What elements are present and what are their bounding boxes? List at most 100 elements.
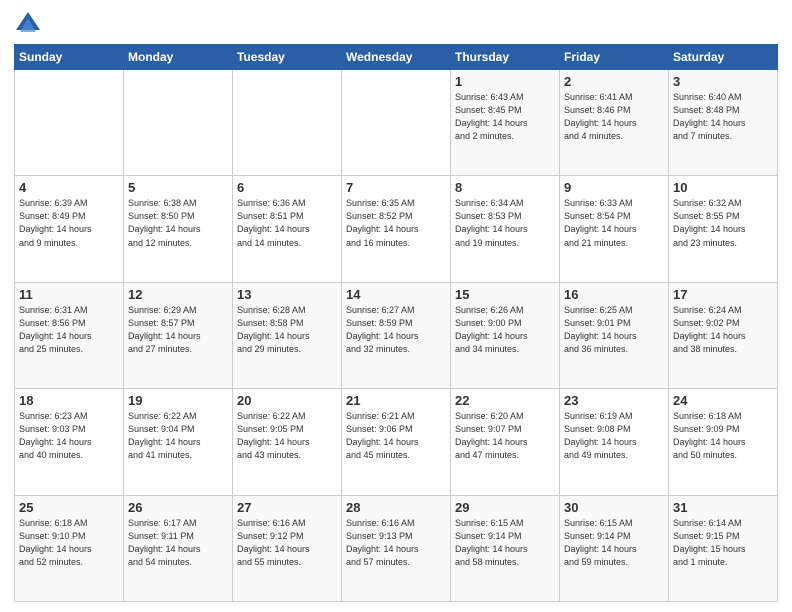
weekday-header-friday: Friday — [560, 45, 669, 70]
day-info: Sunrise: 6:38 AM Sunset: 8:50 PM Dayligh… — [128, 197, 228, 249]
calendar-day-18: 18Sunrise: 6:23 AM Sunset: 9:03 PM Dayli… — [15, 389, 124, 495]
calendar-day-3: 3 Sunrise: 6:40 AM Sunset: 8:48 PM Daylig… — [669, 70, 778, 176]
day-info: Sunrise: 6:25 AM Sunset: 9:01 PM Dayligh… — [564, 304, 664, 356]
day-info: Sunrise: 6:43 AM Sunset: 8:45 PM Dayligh… — [455, 91, 555, 143]
day-number: 7 — [346, 180, 446, 195]
day-number: 13 — [237, 287, 337, 302]
calendar-day-17: 17 Sunrise: 6:24 AM Sunset: 9:02 PM Dayli… — [669, 282, 778, 388]
calendar-week-row: 25 Sunrise: 6:18 AM Sunset: 9:10 PM Dayli… — [15, 495, 778, 601]
empty-day-cell — [233, 70, 342, 176]
day-number: 8 — [455, 180, 555, 195]
day-number: 23 — [564, 393, 664, 408]
calendar-day-20: 20 Sunrise: 6:22 AM Sunset: 9:05 PM Dayli… — [233, 389, 342, 495]
calendar-day-12: 12 Sunrise: 6:29 AM Sunset: 8:57 PM Dayli… — [124, 282, 233, 388]
day-number: 20 — [237, 393, 337, 408]
calendar-day-14: 14 Sunrise: 6:27 AM Sunset: 8:59 PM Dayli… — [342, 282, 451, 388]
calendar-day-7: 7 Sunrise: 6:35 AM Sunset: 8:52 PM Daylig… — [342, 176, 451, 282]
calendar-day-10: 10 Sunrise: 6:32 AM Sunset: 8:55 PM Dayli… — [669, 176, 778, 282]
day-number: 22 — [455, 393, 555, 408]
calendar-day-30: 30 Sunrise: 6:15 AM Sunset: 9:14 PM Dayli… — [560, 495, 669, 601]
empty-day-cell — [15, 70, 124, 176]
weekday-header-tuesday: Tuesday — [233, 45, 342, 70]
empty-day-cell — [342, 70, 451, 176]
day-info: Sunrise: 6:18 AM Sunset: 9:10 PM Dayligh… — [19, 517, 119, 569]
calendar-day-6: 6 Sunrise: 6:36 AM Sunset: 8:51 PM Daylig… — [233, 176, 342, 282]
day-info: Sunrise: 6:32 AM Sunset: 8:55 PM Dayligh… — [673, 197, 773, 249]
day-number: 14 — [346, 287, 446, 302]
day-number: 17 — [673, 287, 773, 302]
day-number: 29 — [455, 500, 555, 515]
day-info: Sunrise: 6:20 AM Sunset: 9:07 PM Dayligh… — [455, 410, 555, 462]
day-number: 30 — [564, 500, 664, 515]
day-number: 10 — [673, 180, 773, 195]
calendar-day-26: 26 Sunrise: 6:17 AM Sunset: 9:11 PM Dayli… — [124, 495, 233, 601]
day-number: 25 — [19, 500, 119, 515]
weekday-header-monday: Monday — [124, 45, 233, 70]
calendar-week-row: 18Sunrise: 6:23 AM Sunset: 9:03 PM Dayli… — [15, 389, 778, 495]
calendar-week-row: 11Sunrise: 6:31 AM Sunset: 8:56 PM Dayli… — [15, 282, 778, 388]
calendar-day-19: 19 Sunrise: 6:22 AM Sunset: 9:04 PM Dayli… — [124, 389, 233, 495]
day-number: 31 — [673, 500, 773, 515]
day-number: 9 — [564, 180, 664, 195]
day-info: Sunrise: 6:19 AM Sunset: 9:08 PM Dayligh… — [564, 410, 664, 462]
calendar-week-row: 1 Sunrise: 6:43 AM Sunset: 8:45 PM Daylig… — [15, 70, 778, 176]
day-info: Sunrise: 6:26 AM Sunset: 9:00 PM Dayligh… — [455, 304, 555, 356]
weekday-header-thursday: Thursday — [451, 45, 560, 70]
day-number: 11 — [19, 287, 119, 302]
day-number: 28 — [346, 500, 446, 515]
calendar-day-5: 5 Sunrise: 6:38 AM Sunset: 8:50 PM Daylig… — [124, 176, 233, 282]
calendar-day-24: 24Sunrise: 6:18 AM Sunset: 9:09 PM Dayli… — [669, 389, 778, 495]
day-info: Sunrise: 6:16 AM Sunset: 9:12 PM Dayligh… — [237, 517, 337, 569]
day-info: Sunrise: 6:27 AM Sunset: 8:59 PM Dayligh… — [346, 304, 446, 356]
day-number: 24 — [673, 393, 773, 408]
calendar-day-22: 22 Sunrise: 6:20 AM Sunset: 9:07 PM Dayli… — [451, 389, 560, 495]
day-number: 27 — [237, 500, 337, 515]
calendar-day-4: 4 Sunrise: 6:39 AM Sunset: 8:49 PM Daylig… — [15, 176, 124, 282]
day-info: Sunrise: 6:16 AM Sunset: 9:13 PM Dayligh… — [346, 517, 446, 569]
day-info: Sunrise: 6:39 AM Sunset: 8:49 PM Dayligh… — [19, 197, 119, 249]
day-info: Sunrise: 6:28 AM Sunset: 8:58 PM Dayligh… — [237, 304, 337, 356]
logo-icon — [14, 10, 42, 38]
day-info: Sunrise: 6:14 AM Sunset: 9:15 PM Dayligh… — [673, 517, 773, 569]
day-number: 4 — [19, 180, 119, 195]
calendar-day-11: 11Sunrise: 6:31 AM Sunset: 8:56 PM Dayli… — [15, 282, 124, 388]
weekday-header-row: SundayMondayTuesdayWednesdayThursdayFrid… — [15, 45, 778, 70]
weekday-header-saturday: Saturday — [669, 45, 778, 70]
weekday-header-sunday: Sunday — [15, 45, 124, 70]
calendar-day-21: 21Sunrise: 6:21 AM Sunset: 9:06 PM Dayli… — [342, 389, 451, 495]
calendar-day-29: 29 Sunrise: 6:15 AM Sunset: 9:14 PM Dayli… — [451, 495, 560, 601]
day-number: 1 — [455, 74, 555, 89]
calendar-day-1: 1 Sunrise: 6:43 AM Sunset: 8:45 PM Daylig… — [451, 70, 560, 176]
calendar-day-2: 2Sunrise: 6:41 AM Sunset: 8:46 PM Daylig… — [560, 70, 669, 176]
calendar-week-row: 4 Sunrise: 6:39 AM Sunset: 8:49 PM Daylig… — [15, 176, 778, 282]
day-info: Sunrise: 6:22 AM Sunset: 9:05 PM Dayligh… — [237, 410, 337, 462]
day-info: Sunrise: 6:29 AM Sunset: 8:57 PM Dayligh… — [128, 304, 228, 356]
day-number: 6 — [237, 180, 337, 195]
calendar-day-9: 9Sunrise: 6:33 AM Sunset: 8:54 PM Daylig… — [560, 176, 669, 282]
day-info: Sunrise: 6:40 AM Sunset: 8:48 PM Dayligh… — [673, 91, 773, 143]
weekday-header-wednesday: Wednesday — [342, 45, 451, 70]
day-info: Sunrise: 6:15 AM Sunset: 9:14 PM Dayligh… — [564, 517, 664, 569]
calendar-table: SundayMondayTuesdayWednesdayThursdayFrid… — [14, 44, 778, 602]
day-number: 19 — [128, 393, 228, 408]
day-info: Sunrise: 6:17 AM Sunset: 9:11 PM Dayligh… — [128, 517, 228, 569]
day-info: Sunrise: 6:15 AM Sunset: 9:14 PM Dayligh… — [455, 517, 555, 569]
day-number: 5 — [128, 180, 228, 195]
day-info: Sunrise: 6:41 AM Sunset: 8:46 PM Dayligh… — [564, 91, 664, 143]
header — [14, 10, 778, 38]
day-number: 3 — [673, 74, 773, 89]
calendar-day-13: 13 Sunrise: 6:28 AM Sunset: 8:58 PM Dayli… — [233, 282, 342, 388]
calendar-day-27: 27 Sunrise: 6:16 AM Sunset: 9:12 PM Dayli… — [233, 495, 342, 601]
day-number: 21 — [346, 393, 446, 408]
calendar-day-31: 31 Sunrise: 6:14 AM Sunset: 9:15 PM Dayli… — [669, 495, 778, 601]
day-info: Sunrise: 6:22 AM Sunset: 9:04 PM Dayligh… — [128, 410, 228, 462]
day-info: Sunrise: 6:24 AM Sunset: 9:02 PM Dayligh… — [673, 304, 773, 356]
calendar-day-23: 23 Sunrise: 6:19 AM Sunset: 9:08 PM Dayli… — [560, 389, 669, 495]
calendar-day-16: 16Sunrise: 6:25 AM Sunset: 9:01 PM Dayli… — [560, 282, 669, 388]
day-info: Sunrise: 6:36 AM Sunset: 8:51 PM Dayligh… — [237, 197, 337, 249]
day-info: Sunrise: 6:34 AM Sunset: 8:53 PM Dayligh… — [455, 197, 555, 249]
day-number: 26 — [128, 500, 228, 515]
day-number: 12 — [128, 287, 228, 302]
day-info: Sunrise: 6:35 AM Sunset: 8:52 PM Dayligh… — [346, 197, 446, 249]
day-number: 15 — [455, 287, 555, 302]
